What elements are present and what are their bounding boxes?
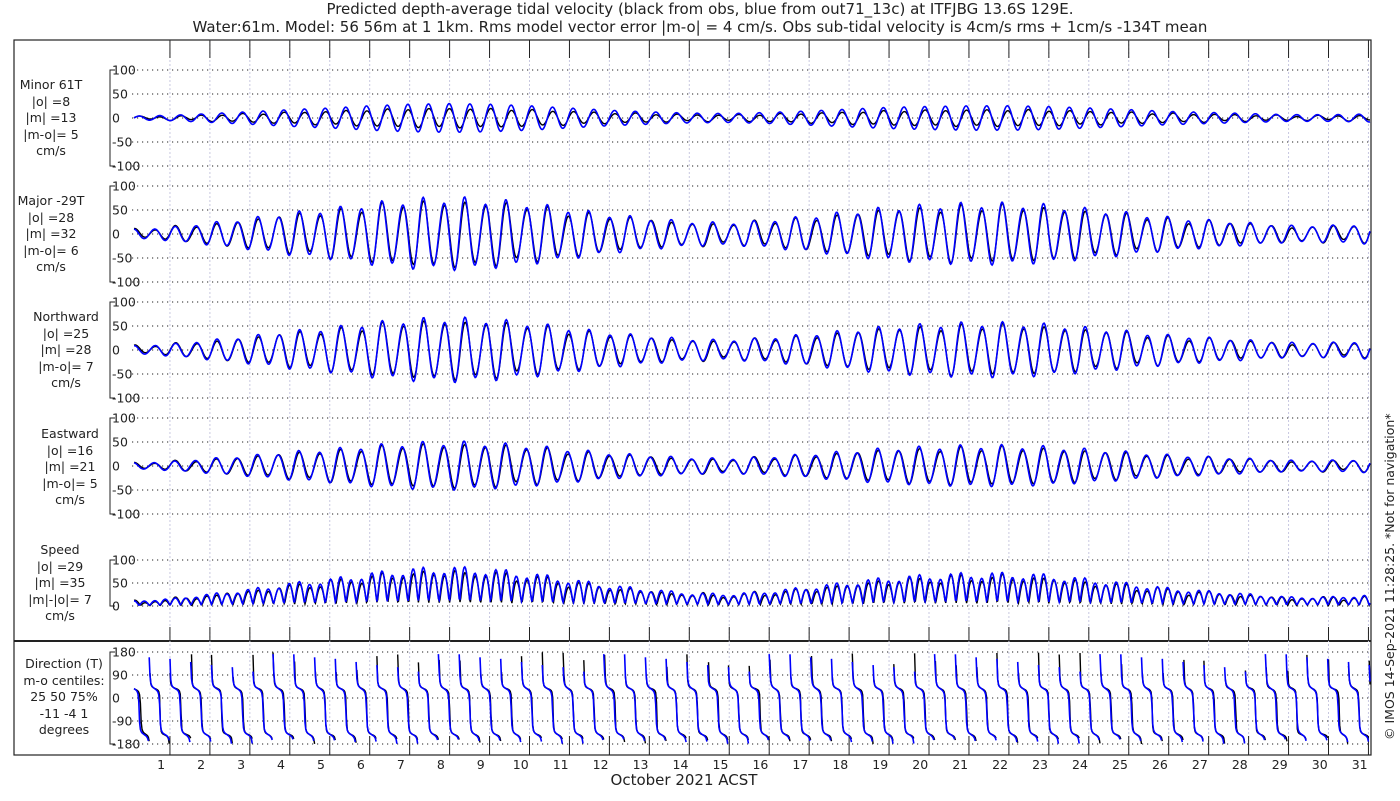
x-tick-label: 5: [317, 757, 325, 772]
label-line: |m-o|= 5: [23, 126, 79, 142]
y-tick-label: 90: [112, 668, 128, 683]
panel-label-east: Eastward |o| =16 |m| =21 |m-o|= 5 cm/s: [22, 426, 118, 509]
y-tick-label: 0: [112, 227, 120, 242]
label-line: |m-o|= 7: [38, 358, 94, 374]
label-line: |o| =16: [46, 442, 94, 458]
x-tick-label: 13: [633, 757, 649, 772]
panel-label-north: Northward |o| =25 |m| =28 |m-o|= 7 cm/s: [18, 309, 114, 392]
x-tick-label: 31: [1352, 757, 1368, 772]
label-line: Northward: [33, 309, 99, 324]
y-tick-label: 50: [112, 576, 128, 591]
x-tick-label: 27: [1192, 757, 1208, 772]
panel-label-minor: Minor 61T |o| =8 |m| =13 |m-o|= 5 cm/s: [3, 77, 99, 160]
x-tick-label: 23: [1032, 757, 1048, 772]
label-line: cm/s: [51, 375, 81, 390]
x-tick-label: 16: [752, 757, 768, 772]
x-tick-label: 21: [952, 757, 968, 772]
x-axis-label: October 2021 ACST: [610, 771, 758, 789]
label-line: -11 -4 1: [39, 705, 89, 721]
label-line: |m| =28: [40, 342, 92, 357]
y-tick-label: -100: [112, 159, 140, 174]
x-tick-label: 12: [593, 757, 609, 772]
label-line: degrees: [38, 722, 90, 737]
label-line: m-o centiles:: [23, 672, 105, 688]
x-tick-label: 9: [477, 757, 485, 772]
y-tick-label: -180: [112, 737, 140, 752]
label-line: |m| =32: [25, 226, 77, 241]
y-tick-label: -50: [112, 367, 132, 382]
y-tick-label: -90: [112, 714, 132, 729]
label-line: |o| =25: [42, 325, 90, 341]
y-tick-label: 0: [112, 111, 120, 126]
label-line: Direction (T): [25, 656, 103, 671]
y-tick-label: 100: [112, 63, 136, 78]
y-tick-label: 50: [112, 203, 128, 218]
x-tick-label: 7: [397, 757, 405, 772]
label-line: cm/s: [36, 143, 66, 158]
label-line: |m| =21: [44, 459, 96, 474]
x-tick-label: 22: [992, 757, 1008, 772]
label-line: cm/s: [45, 608, 75, 623]
y-tick-label: -50: [112, 135, 132, 150]
x-tick-label: 2: [197, 757, 205, 772]
label-line: |o| =28: [27, 209, 75, 225]
x-tick-label: 20: [912, 757, 928, 772]
x-tick-label: 17: [792, 757, 808, 772]
x-tick-label: 15: [713, 757, 729, 772]
y-tick-label: 100: [112, 295, 136, 310]
y-tick-label: -100: [112, 507, 140, 522]
y-tick-label: 50: [112, 319, 128, 334]
copyright-notice: © IMOS 14-Sep-2021 11:28:25. *Not for na…: [1382, 413, 1397, 740]
x-tick-label: 6: [357, 757, 365, 772]
label-line: Eastward: [41, 426, 99, 441]
y-tick-label: -100: [112, 391, 140, 406]
x-tick-label: 14: [673, 757, 689, 772]
x-tick-label: 19: [872, 757, 888, 772]
y-tick-label: 100: [112, 553, 136, 568]
panel-label-speed: Speed |o| =29 |m| =35 |m|-|o|= 7 cm/s: [12, 542, 108, 625]
panel-label-direction: Direction (T) m-o centiles: 25 50 75% -1…: [16, 656, 112, 739]
x-tick-label: 30: [1312, 757, 1328, 772]
x-tick-label: 25: [1112, 757, 1128, 772]
x-tick-label: 1: [157, 757, 165, 772]
y-tick-label: 0: [112, 691, 120, 706]
model-series-speed: [133, 565, 1371, 607]
label-line: |m|-|o|= 7: [28, 591, 92, 607]
x-tick-label: 8: [437, 757, 445, 772]
tidal-velocity-chart: 1 2 3 4 5 6 7 8 9 10 11 12 13 14 15 16 17 18 19 20 21 22 23 24 2…: [13, 39, 1372, 772]
x-tick-label: 3: [237, 757, 245, 772]
label-line: cm/s: [36, 259, 66, 274]
x-tick-label: 18: [832, 757, 848, 772]
x-tick-label: 11: [553, 757, 569, 772]
label-line: Speed: [40, 542, 80, 557]
x-tick-label: 26: [1152, 757, 1168, 772]
y-tick-label: 100: [112, 411, 136, 426]
y-tick-label: -50: [112, 251, 132, 266]
y-tick-label: 50: [112, 87, 128, 102]
label-line: cm/s: [55, 492, 85, 507]
panel-label-major: Major -29T |o| =28 |m| =32 |m-o|= 6 cm/s: [3, 193, 99, 276]
label-line: |m-o|= 5: [42, 475, 98, 491]
x-tick-label: 24: [1072, 757, 1088, 772]
y-tick-label: 100: [112, 179, 136, 194]
x-tick-label: 10: [513, 757, 529, 772]
x-tick-label: 28: [1232, 757, 1248, 772]
label-line: 25 50 75%: [30, 689, 98, 704]
x-tick-label: 29: [1272, 757, 1288, 772]
label-line: |m| =13: [25, 110, 77, 125]
label-line: Minor 61T: [19, 77, 83, 92]
label-line: |o| =29: [36, 558, 84, 574]
y-tick-label: 0: [112, 599, 120, 614]
x-tick-label: 4: [277, 757, 285, 772]
label-line: |m-o|= 6: [23, 242, 79, 258]
label-line: |o| =8: [31, 93, 71, 109]
label-line: Major -29T: [17, 193, 85, 208]
y-tick-label: -100: [112, 275, 140, 290]
label-line: |m| =35: [34, 575, 86, 590]
y-tick-label: 180: [112, 645, 136, 660]
